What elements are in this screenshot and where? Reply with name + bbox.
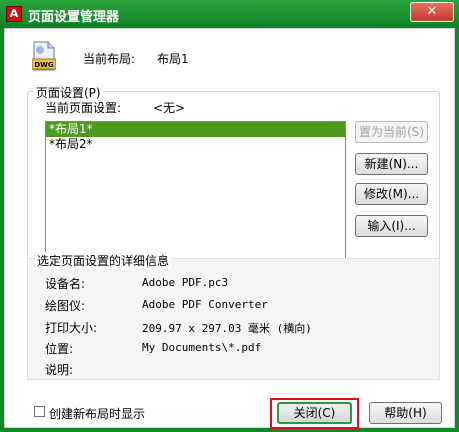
location-label: 位置: [45, 342, 74, 356]
dwg-file-icon: DWG [32, 41, 56, 71]
title-bar[interactable]: A 页面设置管理器 ✕ [0, 0, 459, 28]
plot-size-value: 209.97 x 297.03 毫米 (横向) [142, 322, 312, 335]
page-setup-manager-window: A 页面设置管理器 ✕ DWG 当前布局: 布局1 页面设置(P) 当前页面设置… [0, 0, 459, 432]
help-button[interactable]: 帮助(H) [369, 402, 442, 424]
svg-text:DWG: DWG [34, 61, 54, 69]
set-current-button[interactable]: 置为当前(S) [355, 121, 428, 143]
close-button[interactable]: 关闭(C) [277, 402, 352, 424]
device-name-label: 设备名: [45, 277, 86, 291]
page-setup-list[interactable]: *布局1* *布局2* [45, 121, 346, 264]
list-item[interactable]: *布局2* [46, 137, 345, 152]
import-button[interactable]: 输入(I)... [355, 215, 428, 237]
show-on-new-layout-checkbox[interactable] [34, 406, 45, 417]
window-close-button[interactable]: ✕ [410, 2, 454, 22]
plotter-value: Adobe PDF Converter [142, 298, 268, 311]
autocad-icon: A [6, 6, 22, 22]
details-title: 选定页面设置的详细信息 [35, 252, 172, 269]
plotter-label: 绘图仪: [45, 299, 86, 313]
current-layout-value: 布局1 [157, 52, 189, 66]
plot-size-label: 打印大小: [45, 321, 98, 335]
current-layout-label: 当前布局: [83, 52, 136, 66]
location-value: My Documents\*.pdf [142, 341, 262, 354]
current-page-setup-value: <无> [153, 101, 186, 115]
new-button[interactable]: 新建(N)... [355, 153, 428, 175]
dialog-body: DWG 当前布局: 布局1 页面设置(P) 当前页面设置: <无> *布局1* … [4, 28, 455, 429]
window-title: 页面设置管理器 [28, 10, 120, 25]
description-label: 说明: [45, 363, 74, 377]
list-item[interactable]: *布局1* [46, 122, 345, 137]
show-on-new-layout-label[interactable]: 创建新布局时显示 [49, 405, 145, 422]
current-page-setup-label: 当前页面设置: [45, 101, 122, 115]
device-name-value: Adobe PDF.pc3 [142, 276, 229, 289]
modify-button[interactable]: 修改(M)... [355, 183, 428, 205]
